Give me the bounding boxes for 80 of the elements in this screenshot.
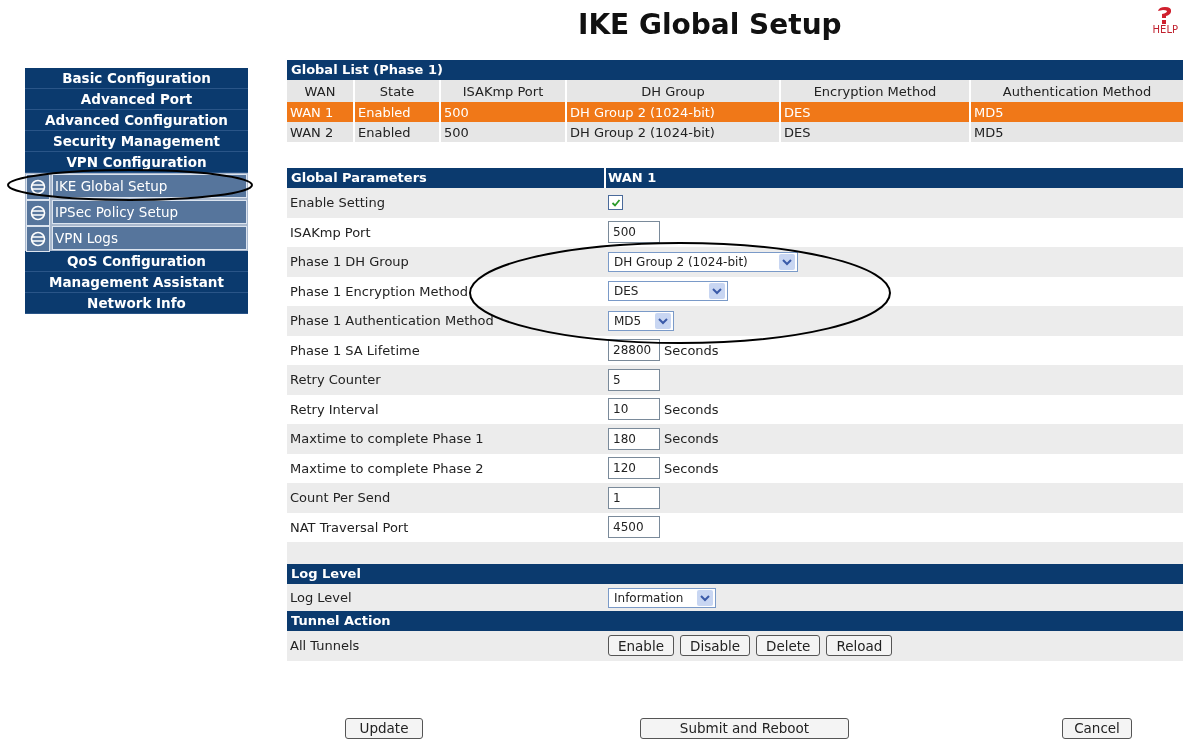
input-field[interactable]: 180 [608, 427, 660, 450]
section-header: Log Level [287, 564, 1183, 584]
column-header: ISAKmp Port [441, 80, 565, 102]
globe-icon [26, 200, 50, 226]
table-cell: DH Group 2 (1024-bit) [567, 102, 779, 122]
table-cell: Enabled [355, 102, 439, 122]
form-button[interactable]: Cancel [1062, 717, 1132, 739]
table-cell: 500 [441, 122, 565, 142]
field-label: Phase 1 Authentication Method [289, 313, 495, 329]
column-header: WAN [287, 80, 353, 102]
input-field[interactable]: 120 [608, 457, 660, 480]
sidebar-item[interactable]: IPSec Policy Setup [52, 200, 247, 224]
table-cell: DES [781, 102, 969, 122]
action-button[interactable]: Disable [680, 635, 751, 657]
field-label: Maxtime to complete Phase 2 [289, 460, 485, 476]
table-cell: WAN 1 [287, 102, 353, 122]
unit-label: Seconds [664, 401, 719, 417]
chevron-down-icon [779, 253, 795, 270]
dropdown[interactable]: DH Group 2 (1024-bit) [608, 251, 798, 272]
action-button[interactable]: Enable [608, 635, 674, 657]
table-cell: MD5 [971, 122, 1183, 142]
unit-label: Seconds [664, 342, 719, 358]
sidebar-item[interactable]: IKE Global Setup [52, 174, 247, 198]
unit-label: Seconds [664, 460, 719, 476]
column-header: Encryption Method [781, 80, 969, 102]
input-field[interactable]: 28800 [608, 339, 660, 362]
input-field[interactable]: 1 [608, 486, 660, 509]
column-header: DH Group [567, 80, 779, 102]
field-label: Count Per Send [289, 490, 392, 506]
dropdown[interactable]: Information [608, 587, 716, 608]
form-button[interactable]: Submit and Reboot [640, 717, 849, 739]
input-field[interactable]: 4500 [608, 516, 660, 539]
field-label: Phase 1 SA Lifetime [289, 342, 421, 358]
table-row[interactable]: WAN 2 Enabled 500 DH Group 2 (1024-bit) DES MD5 [287, 122, 1183, 142]
table-cell: Enabled [355, 122, 439, 142]
input-field[interactable]: 500 [608, 221, 660, 244]
chevron-down-icon [697, 589, 713, 606]
input-field[interactable]: 10 [608, 398, 660, 421]
sidebar-section[interactable]: Advanced Configuration [25, 110, 248, 131]
sidebar-section[interactable]: Management Assistant [25, 272, 248, 293]
field-label: All Tunnels [289, 638, 361, 654]
page-title: IKE Global Setup [578, 8, 842, 41]
field-label: Maxtime to complete Phase 1 [289, 431, 485, 447]
field-label: ISAKmp Port [289, 224, 372, 240]
form-button[interactable]: Update [345, 717, 423, 739]
field-label: Log Level [289, 590, 353, 605]
sidebar-item[interactable]: VPN Logs [52, 226, 247, 250]
sidebar-section[interactable]: Security Management [25, 131, 248, 152]
column-header: Authentication Method [971, 80, 1183, 102]
sidebar-section[interactable]: QoS Configuration [25, 251, 248, 272]
chevron-down-icon [709, 283, 725, 300]
checkbox[interactable] [608, 195, 623, 211]
table-cell: DH Group 2 (1024-bit) [567, 122, 779, 142]
check-icon [610, 197, 621, 208]
field-label: Phase 1 Encryption Method [289, 283, 470, 299]
table-cell: WAN 2 [287, 122, 353, 142]
sidebar-section[interactable]: Advanced Port [25, 89, 248, 110]
table-cell: MD5 [971, 102, 1183, 122]
sidebar-section[interactable]: Basic Configuration [25, 68, 248, 89]
column-header: WAN 1 [607, 169, 657, 187]
field-label: Enable Setting [289, 195, 386, 211]
help-link[interactable]: HELP [1152, 6, 1178, 35]
action-button[interactable]: Delete [756, 635, 821, 657]
dropdown[interactable]: DES [608, 281, 728, 302]
field-label: Phase 1 DH Group [289, 254, 410, 270]
dropdown[interactable]: MD5 [608, 310, 674, 331]
section-header: Tunnel Action [287, 611, 1183, 631]
table-cell: 500 [441, 102, 565, 122]
field-label: Retry Interval [289, 401, 380, 417]
input-field[interactable]: 5 [608, 368, 660, 391]
section-header: Global List (Phase 1) [287, 60, 1183, 80]
field-label: Retry Counter [289, 372, 382, 388]
sidebar-section[interactable]: Network Info [25, 293, 248, 314]
action-button[interactable]: Reload [826, 635, 893, 657]
chevron-down-icon [655, 312, 671, 329]
table-cell: DES [781, 122, 969, 142]
unit-label: Seconds [664, 431, 719, 447]
globe-icon [26, 226, 50, 252]
field-label: NAT Traversal Port [289, 519, 410, 535]
column-header: State [355, 80, 439, 102]
